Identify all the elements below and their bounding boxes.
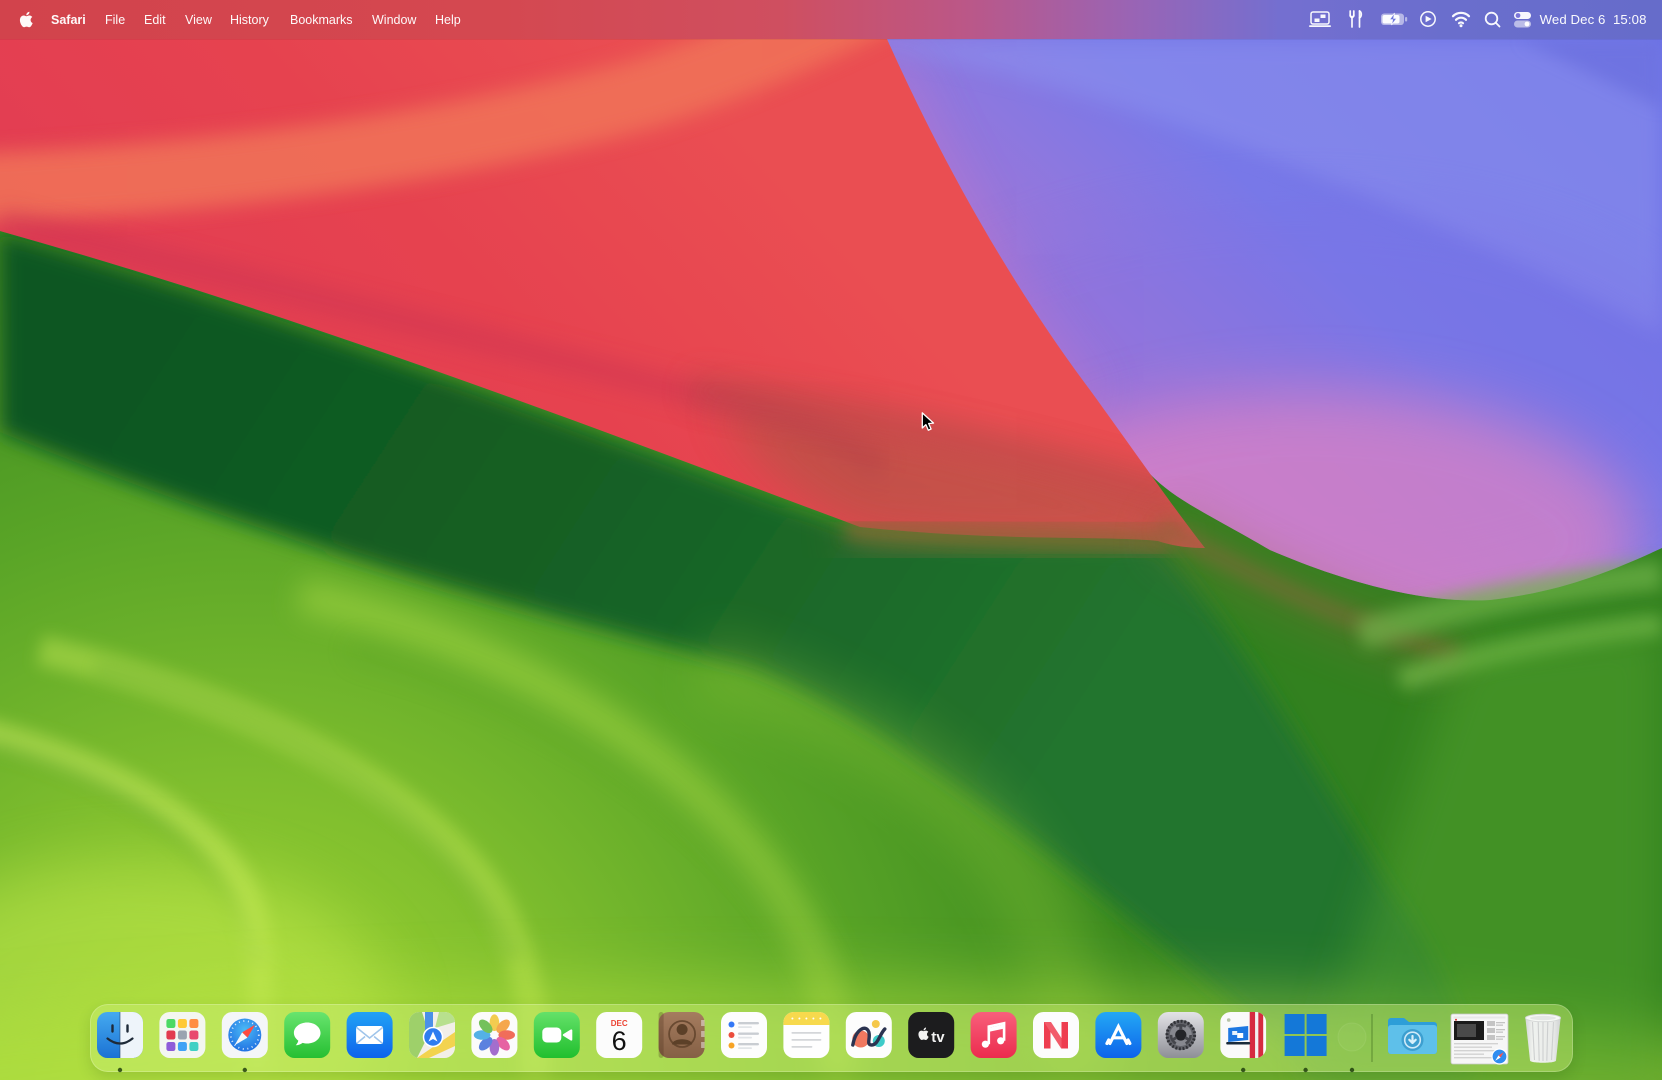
svg-text:tv: tv	[931, 1029, 945, 1046]
svg-text:6: 6	[612, 1026, 627, 1056]
